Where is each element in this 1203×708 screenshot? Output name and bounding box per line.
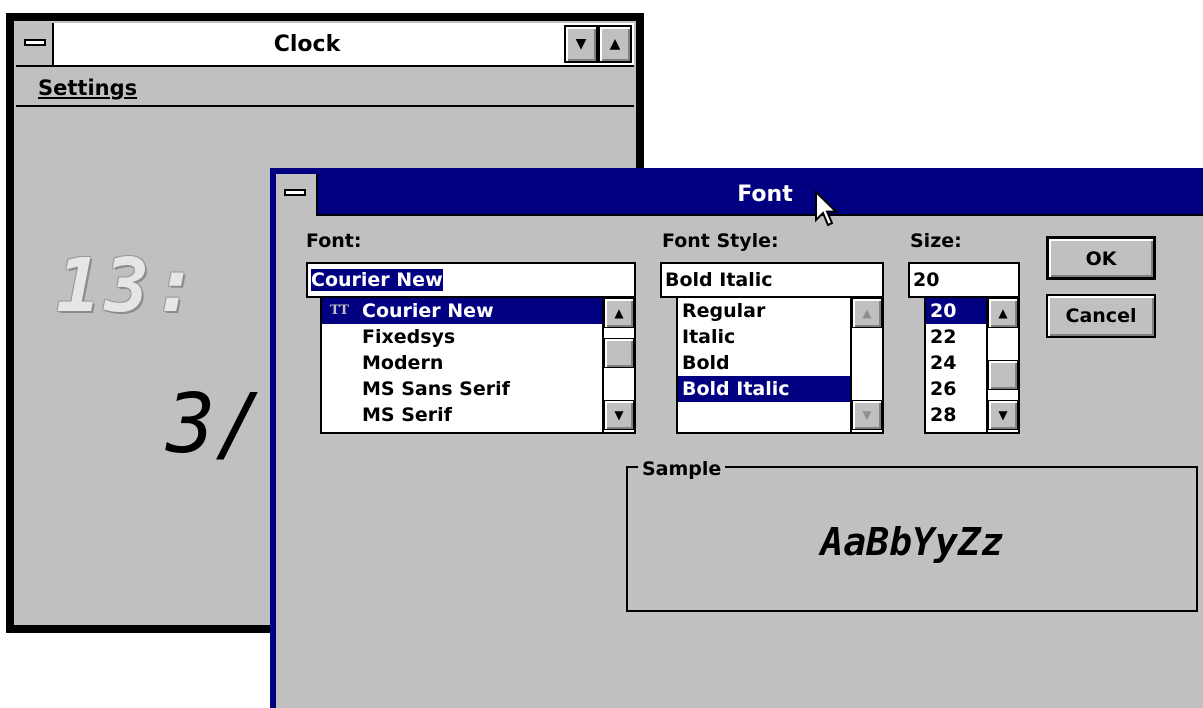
- maximize-icon: ▲: [609, 36, 621, 52]
- scroll-thumb[interactable]: [604, 338, 634, 368]
- system-menu-button[interactable]: [276, 174, 318, 216]
- list-item[interactable]: TT Courier New: [322, 298, 602, 324]
- list-item-label: MS Sans Serif: [362, 378, 510, 400]
- system-menu-icon: [284, 189, 306, 196]
- clock-date-display: 3/: [166, 377, 265, 472]
- system-menu-button[interactable]: [16, 23, 54, 65]
- size-label-text: Size:: [910, 230, 962, 252]
- list-item-label: Bold: [682, 352, 730, 374]
- scroll-down-button[interactable]: ▼: [852, 400, 882, 430]
- font-name-list[interactable]: TT Courier New Fixedsys Modern MS Sans S…: [320, 296, 636, 434]
- font-size-value: 20: [913, 269, 940, 291]
- font-size-list[interactable]: 20 22 24 26 28 ▲ ▼: [924, 296, 1020, 434]
- font-dialog-title-bar[interactable]: Font: [276, 174, 1203, 216]
- up-arrow-icon: ▲: [998, 306, 1008, 320]
- list-item-label: Modern: [362, 352, 444, 374]
- list-item-label: MS Serif: [362, 404, 452, 426]
- scroll-up-button[interactable]: ▲: [604, 298, 634, 328]
- font-name-value: Courier New: [311, 269, 443, 291]
- resize-notch: [44, 625, 46, 633]
- font-name-input[interactable]: Courier New: [306, 262, 636, 298]
- list-item[interactable]: Italic: [678, 324, 850, 350]
- size-list-scrollbar[interactable]: ▲ ▼: [986, 298, 1018, 432]
- sample-label: Sample: [638, 458, 726, 480]
- font-list-scrollbar[interactable]: ▲ ▼: [602, 298, 634, 432]
- scroll-down-button[interactable]: ▼: [604, 400, 634, 430]
- list-item-label: 24: [930, 352, 957, 374]
- list-item[interactable]: 26: [926, 376, 986, 402]
- menu-settings-label: Settings: [38, 76, 138, 100]
- truetype-icon: TT: [330, 303, 349, 318]
- list-item-label: 20: [930, 300, 957, 322]
- mouse-pointer-icon: [814, 189, 840, 234]
- font-label-text: Font:: [306, 230, 362, 252]
- clock-title-bar[interactable]: Clock ▼ ▲: [16, 23, 634, 67]
- list-item-label: Fixedsys: [362, 326, 456, 348]
- font-style-label: Font Style:: [662, 230, 779, 252]
- list-item[interactable]: 22: [926, 324, 986, 350]
- list-item[interactable]: Fixedsys: [322, 324, 602, 350]
- size-label: Size:: [910, 230, 962, 252]
- list-item-label: 22: [930, 326, 957, 348]
- ok-button[interactable]: OK: [1046, 236, 1156, 280]
- list-item[interactable]: MS Sans Serif: [322, 376, 602, 402]
- font-style-label-text: Font Style:: [662, 230, 779, 252]
- style-list-scrollbar[interactable]: ▲ ▼: [850, 298, 882, 432]
- scroll-up-button[interactable]: ▲: [988, 298, 1018, 328]
- maximize-button[interactable]: ▲: [598, 25, 632, 63]
- list-item[interactable]: Bold: [678, 350, 850, 376]
- scroll-thumb[interactable]: [988, 360, 1018, 390]
- font-size-input[interactable]: 20: [908, 262, 1020, 298]
- clock-title: Clock: [273, 32, 341, 57]
- list-item[interactable]: 20: [926, 298, 986, 324]
- list-item[interactable]: Regular: [678, 298, 850, 324]
- up-arrow-icon: ▲: [862, 306, 872, 320]
- font-style-list[interactable]: Regular Italic Bold Bold Italic ▲ ▼: [676, 296, 884, 434]
- scroll-down-button[interactable]: ▼: [988, 400, 1018, 430]
- down-arrow-icon: ▼: [862, 408, 872, 422]
- system-menu-icon: [24, 39, 46, 46]
- resize-notch: [44, 13, 46, 21]
- list-item[interactable]: Modern: [322, 350, 602, 376]
- font-label: Font:: [306, 230, 361, 252]
- list-item-label: 26: [930, 378, 957, 400]
- sample-text: AaBbYyZz: [820, 520, 1004, 564]
- list-item[interactable]: MS Serif: [322, 402, 602, 428]
- clock-menu-bar: Settings: [16, 69, 634, 107]
- list-item-label: Courier New: [362, 300, 494, 322]
- cancel-button[interactable]: Cancel: [1046, 294, 1156, 338]
- list-item-label: Bold Italic: [682, 378, 790, 400]
- font-style-value: Bold Italic: [665, 269, 773, 291]
- list-item[interactable]: 24: [926, 350, 986, 376]
- list-item-label: Italic: [682, 326, 736, 348]
- scroll-up-button[interactable]: ▲: [852, 298, 882, 328]
- clock-time-display: 13:: [56, 243, 202, 329]
- resize-notch: [6, 589, 14, 591]
- list-item-label: 28: [930, 404, 957, 426]
- up-arrow-icon: ▲: [614, 306, 624, 320]
- font-dialog-title: Font: [737, 182, 793, 207]
- minimize-icon: ▼: [575, 36, 587, 52]
- menu-settings[interactable]: Settings: [38, 69, 137, 107]
- down-arrow-icon: ▼: [998, 408, 1008, 422]
- minimize-button[interactable]: ▼: [564, 25, 598, 63]
- list-item-label: Regular: [682, 300, 766, 322]
- list-item[interactable]: Bold Italic: [678, 376, 850, 402]
- font-style-input[interactable]: Bold Italic: [660, 262, 884, 298]
- list-item[interactable]: 28: [926, 402, 986, 428]
- down-arrow-icon: ▼: [614, 408, 624, 422]
